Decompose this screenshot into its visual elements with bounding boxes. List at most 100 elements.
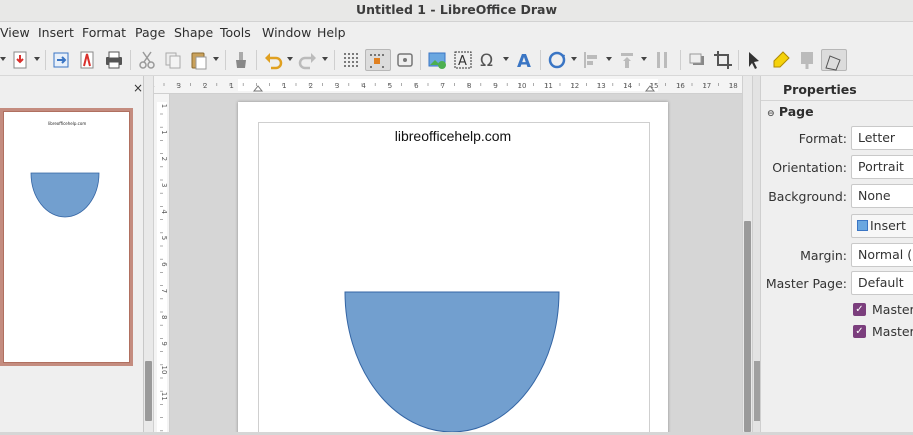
ruler-label: 8 xyxy=(160,315,168,319)
menu-tools[interactable]: Tools xyxy=(220,25,251,40)
background-label: Background: xyxy=(768,189,847,204)
select-icon[interactable] xyxy=(744,49,766,71)
master-page-select[interactable]: Default xyxy=(851,271,913,295)
slide-thumbnail[interactable]: libreofficehelp.com xyxy=(0,108,133,366)
ruler-label: 14 xyxy=(623,82,632,90)
copy-icon[interactable] xyxy=(162,49,184,71)
export-icon[interactable] xyxy=(50,49,72,71)
pdf-icon[interactable] xyxy=(76,49,98,71)
redo-dropdown-icon[interactable] xyxy=(322,57,328,61)
glue-points-icon[interactable] xyxy=(796,49,818,71)
orientation-select[interactable]: Portrait xyxy=(851,155,913,179)
thumbnail-text: libreofficehelp.com xyxy=(48,121,87,126)
ruler-label: 4 xyxy=(160,209,168,214)
image-icon xyxy=(857,220,868,231)
export-dropdown-icon[interactable] xyxy=(34,57,40,61)
distribute-icon[interactable] xyxy=(651,49,673,71)
sidebar-splitter[interactable] xyxy=(752,76,760,432)
scroll-handle[interactable] xyxy=(744,221,751,432)
properties-title: Properties xyxy=(783,82,857,97)
helplines-icon[interactable] xyxy=(394,49,416,71)
canvas-vertical-scrollbar[interactable] xyxy=(742,76,752,432)
shadow-icon[interactable] xyxy=(686,49,708,71)
menu-shape[interactable]: Shape xyxy=(174,25,213,40)
toggle-extrusion-icon[interactable] xyxy=(821,49,847,71)
highlight-icon[interactable] xyxy=(770,49,792,71)
close-pane-icon[interactable]: × xyxy=(133,81,143,95)
insert-image-icon[interactable] xyxy=(426,49,448,71)
master-objects-checkbox[interactable]: ✓ xyxy=(853,325,866,338)
collapse-icon[interactable]: ⊖ xyxy=(767,109,775,119)
ruler-label: 9 xyxy=(160,341,168,345)
master-page-label: Master Page: xyxy=(765,276,847,291)
snap-to-grid-icon[interactable] xyxy=(365,49,391,71)
arrange-dropdown-icon[interactable] xyxy=(641,57,647,61)
ruler-label: 11 xyxy=(544,82,553,90)
ruler-label: 10 xyxy=(160,366,168,375)
ruler-label: 17 xyxy=(702,82,711,90)
menu-help[interactable]: Help xyxy=(317,25,346,40)
page-text[interactable]: libreofficehelp.com xyxy=(238,128,668,144)
master-objects-label[interactable]: Master xyxy=(872,324,913,339)
orientation-label: Orientation: xyxy=(772,160,847,175)
svg-text:Ω: Ω xyxy=(480,51,493,71)
print-icon[interactable] xyxy=(103,49,125,71)
crop-icon[interactable] xyxy=(712,49,734,71)
special-character-dropdown-icon[interactable] xyxy=(503,57,509,61)
clone-formatting-icon[interactable] xyxy=(230,49,252,71)
paste-dropdown-icon[interactable] xyxy=(213,57,219,61)
menu-insert[interactable]: Insert xyxy=(38,25,74,40)
format-select[interactable]: Letter xyxy=(851,126,913,150)
ruler-page-area xyxy=(238,79,658,91)
cut-icon[interactable] xyxy=(136,49,158,71)
ruler-label: 1 xyxy=(160,104,168,108)
text-box-icon[interactable]: A xyxy=(452,49,474,71)
page[interactable]: libreofficehelp.com xyxy=(238,102,668,432)
scroll-handle[interactable] xyxy=(145,361,152,421)
margin-label: Margin: xyxy=(800,248,847,263)
arrange-icon[interactable] xyxy=(616,49,638,71)
redo-icon[interactable] xyxy=(297,49,319,71)
drawing-canvas[interactable]: libreofficehelp.com xyxy=(170,94,742,432)
ruler-label: 7 xyxy=(160,289,168,293)
undo-dropdown-icon[interactable] xyxy=(287,57,293,61)
menu-window[interactable]: Window xyxy=(262,25,311,40)
vertical-ruler[interactable]: 1 1 2 3 4 5 6 7 8 9 10 11 xyxy=(154,94,170,432)
page-section-label: Page xyxy=(778,104,814,119)
master-background-label[interactable]: Master xyxy=(872,302,913,317)
align-dropdown-icon[interactable] xyxy=(606,57,612,61)
fontwork-icon[interactable]: A xyxy=(513,49,535,72)
ruler-label: 10 xyxy=(518,82,527,90)
svg-text:A: A xyxy=(458,54,467,69)
insert-image-button[interactable]: Insert xyxy=(851,214,913,238)
semicircle-shape[interactable] xyxy=(342,291,564,432)
menu-page[interactable]: Page xyxy=(135,25,165,40)
undo-icon[interactable] xyxy=(262,49,284,71)
align-icon[interactable] xyxy=(581,49,603,71)
special-character-icon[interactable]: Ω xyxy=(478,49,500,71)
master-background-checkbox[interactable]: ✓ xyxy=(853,303,866,316)
svg-text:A: A xyxy=(517,51,531,71)
menu-view[interactable]: View xyxy=(0,25,30,40)
ruler-label: 4 xyxy=(154,82,155,90)
ruler-label: 6 xyxy=(160,262,168,267)
background-select[interactable]: None xyxy=(851,184,913,208)
new-dropdown-icon[interactable] xyxy=(0,57,6,61)
ruler-label: 11 xyxy=(160,392,168,401)
slides-pane: × libreofficehelp.com xyxy=(0,76,144,432)
insert-button-label: Insert xyxy=(870,218,906,233)
margin-select[interactable]: Normal (1. xyxy=(851,243,913,267)
properties-panel: Properties ⊖ Page Format: Letter Orienta… xyxy=(760,76,913,432)
ruler-label: 12 xyxy=(570,82,579,90)
export-pdf-icon[interactable] xyxy=(9,49,31,71)
paste-icon[interactable] xyxy=(188,49,210,71)
horizontal-ruler[interactable]: 4321123456789101112131415161718 xyxy=(150,76,752,94)
transformations-dropdown-icon[interactable] xyxy=(571,57,577,61)
menu-format[interactable]: Format xyxy=(82,25,126,40)
ruler-label: 18 xyxy=(729,82,738,90)
window-title: Untitled 1 - LibreOffice Draw xyxy=(0,0,913,22)
transformations-icon[interactable] xyxy=(546,49,568,71)
grid-icon[interactable] xyxy=(340,49,362,71)
slides-pane-scrollbar[interactable] xyxy=(144,76,154,432)
page-section-header[interactable]: ⊖ Page xyxy=(767,104,814,119)
